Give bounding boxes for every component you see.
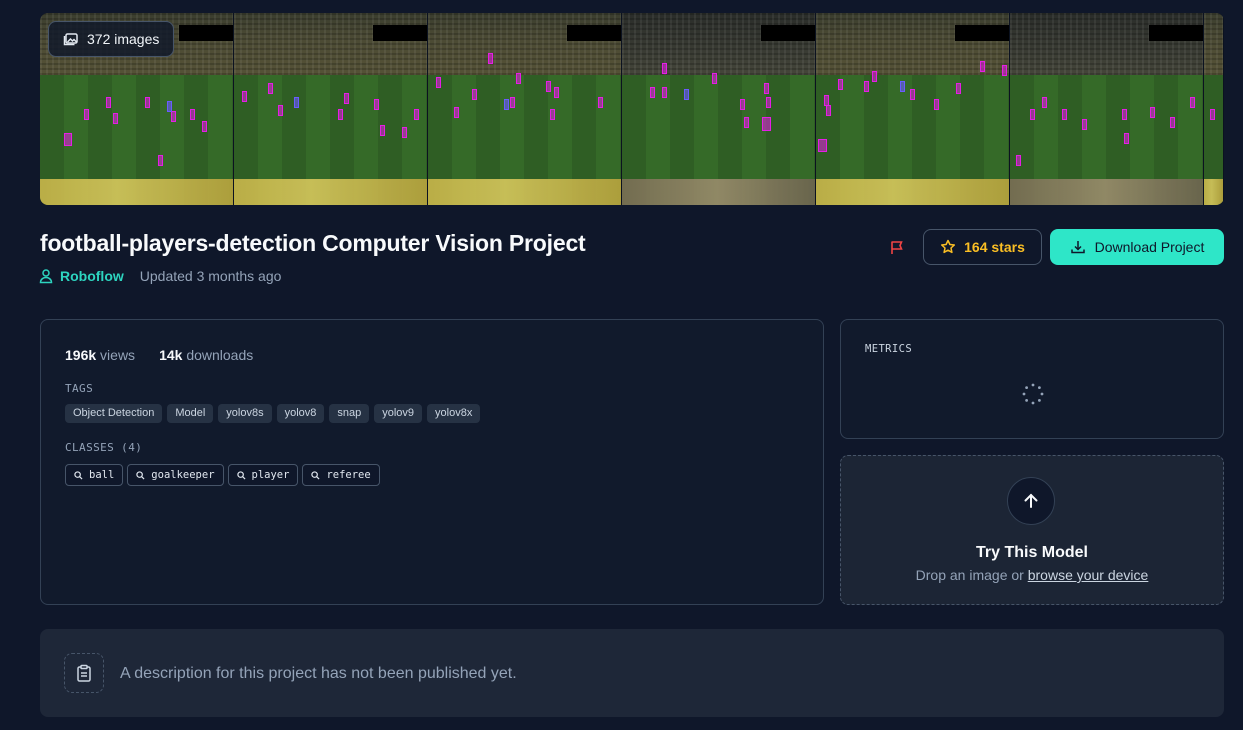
tags-heading: TAGS [65, 382, 94, 395]
gallery-thumbnail[interactable] [1204, 13, 1224, 205]
downloads-stat: 14k downloads [159, 347, 254, 363]
image-count-label: 372 images [87, 31, 160, 47]
gallery-thumbnail[interactable] [622, 13, 816, 205]
search-icon [136, 470, 145, 480]
metrics-heading: METRICS [865, 343, 913, 355]
search-icon [311, 470, 320, 480]
download-label: Download Project [1094, 239, 1205, 255]
report-button[interactable] [884, 234, 910, 260]
tag[interactable]: Object Detection [65, 404, 163, 423]
clipboard-icon [64, 653, 104, 693]
tag[interactable]: snap [329, 404, 370, 423]
download-icon [1070, 241, 1085, 254]
download-project-button[interactable]: Download Project [1050, 229, 1224, 265]
tag[interactable]: yolov9 [374, 404, 423, 423]
browse-device-link[interactable]: browse your device [1028, 567, 1149, 583]
tags-list: Object Detection Model yolov8s yolov8 sn… [65, 404, 481, 423]
class-label: referee [326, 469, 371, 481]
project-meta: Roboflow Updated 3 months ago [38, 268, 281, 284]
classes-list: ball goalkeeper player referee [65, 464, 380, 486]
class-chip-ball[interactable]: ball [65, 464, 124, 486]
metrics-card: METRICS [840, 319, 1224, 439]
user-icon [39, 269, 53, 284]
gallery-thumbnail[interactable] [234, 13, 428, 205]
views-stat: 196k views [65, 347, 136, 363]
search-icon [236, 470, 246, 480]
gallery-thumbnail[interactable] [1010, 13, 1204, 205]
image-count-badge[interactable]: 372 images [48, 21, 175, 57]
gallery-thumbnail[interactable] [428, 13, 622, 205]
classes-heading: CLASSES (4) [65, 441, 143, 454]
owner-link[interactable]: Roboflow [60, 268, 124, 284]
class-chip-referee[interactable]: referee [302, 464, 380, 486]
try-model-subtitle: Drop an image or browse your device [841, 567, 1223, 583]
tag[interactable]: yolov8x [427, 404, 481, 423]
description-text: A description for this project has not b… [120, 665, 517, 682]
project-info-card: 196k views 14k downloads TAGS Object Det… [40, 319, 824, 605]
class-label: player [251, 469, 290, 481]
class-label: ball [89, 469, 115, 481]
tag[interactable]: yolov8s [218, 404, 272, 423]
search-icon [74, 470, 83, 480]
upload-button[interactable] [1007, 477, 1055, 525]
flag-icon [891, 241, 903, 254]
arrow-up-icon [1024, 493, 1038, 508]
tag[interactable]: yolov8 [276, 404, 325, 423]
star-button[interactable]: 164 stars [923, 229, 1042, 265]
gallery-thumbnail[interactable] [816, 13, 1010, 205]
loading-spinner-icon [1022, 383, 1044, 405]
star-icon [941, 239, 956, 254]
updated-text: Updated 3 months ago [139, 268, 282, 284]
try-model-subtitle-prefix: Drop an image or [915, 567, 1024, 583]
try-model-title: Try This Model [975, 544, 1088, 561]
description-card: A description for this project has not b… [40, 629, 1224, 717]
try-model-dropzone[interactable]: Try This Model Drop an image or browse y… [840, 455, 1224, 605]
image-gallery[interactable] [40, 13, 1224, 205]
images-icon [63, 33, 78, 46]
project-title: football-players-detection Computer Visi… [40, 230, 586, 256]
tag[interactable]: Model [167, 404, 214, 423]
class-label: goalkeeper [151, 469, 215, 481]
project-stats: 196k views 14k downloads [65, 347, 253, 363]
class-chip-goalkeeper[interactable]: goalkeeper [127, 464, 224, 486]
class-chip-player[interactable]: player [227, 464, 299, 486]
stars-count: 164 stars [964, 239, 1025, 255]
